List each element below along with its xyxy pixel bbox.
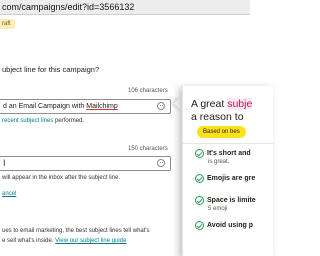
tip-item: Emojis are gre bbox=[195, 174, 255, 183]
panel-title-a: A great bbox=[191, 98, 228, 110]
footer-line-1: ues to email marketing, the best subject… bbox=[2, 228, 150, 234]
tip-item: Avoid using p bbox=[195, 221, 253, 230]
tip-item: It's short and bbox=[195, 149, 251, 158]
browser-address-bar[interactable]: com/campaigns/edit?id=3566132 bbox=[0, 0, 250, 15]
subject-tips-panel: A great subje a reason to Based on bes I… bbox=[182, 86, 273, 256]
recent-subjects-helper: recent subject lines performed. bbox=[2, 118, 84, 124]
tip-label: Emojis are gre bbox=[207, 175, 256, 182]
subject-value-brand: Mailchimp bbox=[86, 103, 118, 110]
subject-value: d an Email Campaign with Mailchimp bbox=[3, 102, 118, 112]
panel-title-line2: a reason to bbox=[191, 111, 244, 123]
check-circle-icon bbox=[195, 221, 204, 230]
subject-char-count: 106 characters bbox=[128, 88, 168, 94]
check-circle-icon bbox=[195, 174, 204, 183]
best-practices-badge: Based on bes bbox=[197, 126, 246, 138]
panel-title: A great subje a reason to bbox=[191, 98, 253, 124]
divider bbox=[183, 143, 273, 144]
preview-helper: will appear in the inbox after the subje… bbox=[2, 175, 121, 181]
emoji-picker-icon[interactable] bbox=[157, 102, 165, 110]
status-badge: raft bbox=[0, 19, 15, 29]
emoji-picker-icon[interactable] bbox=[157, 159, 165, 167]
check-circle-icon bbox=[195, 149, 204, 158]
text-cursor: I bbox=[3, 158, 6, 168]
panel-title-highlight: subje bbox=[227, 98, 253, 110]
tip-item: Space is limite bbox=[195, 196, 256, 205]
tip-label: Space is limite bbox=[207, 197, 256, 204]
subject-guide-link[interactable]: View our subject line guide bbox=[55, 238, 126, 244]
tip-sub: is great. bbox=[208, 159, 230, 165]
footer-line-2-prefix: e sell what's inside. bbox=[2, 238, 56, 244]
recent-subjects-link[interactable]: recent subject lines bbox=[2, 118, 53, 124]
preview-text-input[interactable]: I bbox=[0, 156, 171, 171]
tip-label: It's short and bbox=[207, 150, 251, 157]
preview-char-count: 150 characters bbox=[128, 146, 168, 152]
url-text[interactable]: com/campaigns/edit?id=3566132 bbox=[2, 1, 134, 13]
cancel-button[interactable]: ancel bbox=[2, 191, 16, 197]
subject-input[interactable]: d an Email Campaign with Mailchimp bbox=[0, 99, 171, 114]
subject-value-prefix: d an Email Campaign with bbox=[3, 103, 87, 110]
subject-question: ubject line for this campaign? bbox=[2, 65, 100, 74]
footer-line-2: e sell what's inside. View our subject l… bbox=[2, 238, 126, 244]
check-circle-icon bbox=[195, 196, 204, 205]
recent-subjects-suffix: performed. bbox=[53, 118, 85, 124]
tip-label: Avoid using p bbox=[207, 222, 254, 229]
tip-sub: 5 emoji bbox=[208, 206, 228, 212]
